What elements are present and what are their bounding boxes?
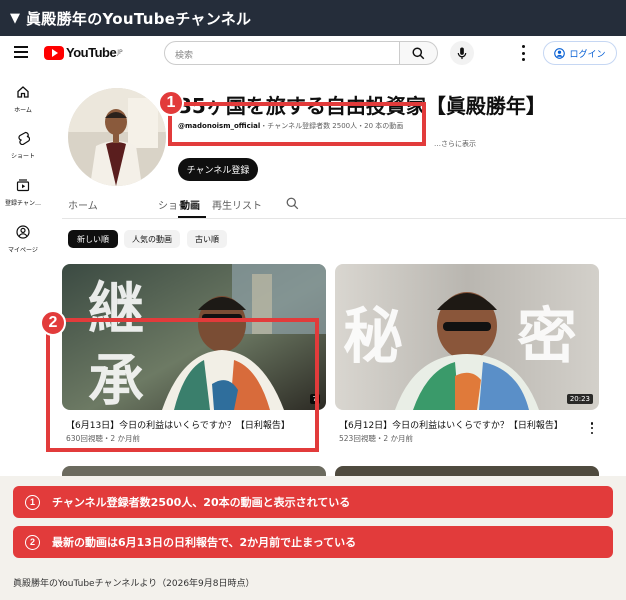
youtube-region: JP xyxy=(117,49,123,56)
triangle-down-icon: ▼ xyxy=(10,10,20,26)
note-text-2: 最新の動画は6月13日の日利報告で、2か月前で止まっている xyxy=(52,536,357,549)
sidebar-item-mypage[interactable]: マイページ xyxy=(0,224,46,254)
microphone-icon xyxy=(457,46,467,59)
video-thumbnail-2[interactable]: 秘 密 20:23 xyxy=(335,264,599,410)
home-icon xyxy=(17,86,29,98)
subscribe-button[interactable]: チャンネル登録 xyxy=(178,158,258,181)
active-tab-indicator xyxy=(178,216,206,218)
chip-popular[interactable]: 人気の動画 xyxy=(124,230,180,248)
tab-home[interactable]: ホーム xyxy=(68,197,98,212)
note-text-1: チャンネル登録者数2500人、20本の動画と表示されている xyxy=(52,496,351,509)
callout-note-2: 2 最新の動画は6月13日の日利報告で、2か月前で止まっている xyxy=(13,526,613,558)
subscriptions-icon xyxy=(16,179,30,192)
callout-notes: 1 チャンネル登録者数2500人、20本の動画と表示されている 2 最新の動画は… xyxy=(0,476,626,570)
youtube-logo-text: YouTube xyxy=(66,45,117,60)
thumbnail-overlay-char-2b: 密 xyxy=(517,302,577,372)
sidebar-item-home[interactable]: ホーム xyxy=(0,84,46,114)
thumbnail-overlay-char-2a: 秘 xyxy=(343,302,403,372)
login-label: ログイン xyxy=(569,49,606,60)
video-thumbnail-3[interactable] xyxy=(62,466,326,476)
video-menu-icon-2[interactable] xyxy=(590,422,594,434)
search-icon xyxy=(412,46,425,59)
youtube-masthead: YouTube JP 検索 ログイン xyxy=(0,36,626,70)
video-title-2[interactable]: 【6月12日】今日の利益はいくらですか？【日利報告】 xyxy=(339,418,563,431)
settings-menu-icon[interactable] xyxy=(518,45,528,61)
search-button[interactable] xyxy=(400,41,438,65)
search-input[interactable]: 検索 xyxy=(164,41,400,65)
tab-playlists[interactable]: 再生リスト xyxy=(212,197,262,212)
channel-more-link[interactable]: …さらに表示 xyxy=(434,139,476,149)
account-circle-icon xyxy=(554,47,566,59)
page-header: ▼ 眞殿勝年のYouTubeチャンネル xyxy=(0,0,626,36)
callout-badge-1: 1 xyxy=(158,90,184,116)
chip-oldest[interactable]: 古い順 xyxy=(187,230,227,248)
video-meta-2: 523回視聴・2 か月前 xyxy=(339,434,413,443)
shorts-icon xyxy=(18,131,31,146)
login-button[interactable]: ログイン xyxy=(543,41,617,65)
account-icon xyxy=(16,225,30,239)
callout-box-2 xyxy=(46,318,319,452)
tab-shorts[interactable]: ショート xyxy=(158,197,198,212)
youtube-play-icon xyxy=(44,45,64,60)
voice-search-button[interactable] xyxy=(450,41,474,65)
callout-box-1 xyxy=(168,102,426,146)
youtube-logo[interactable]: YouTube JP xyxy=(44,45,123,60)
sidebar-item-subscriptions[interactable]: 登録チャン… xyxy=(0,177,46,207)
note-number-2: 2 xyxy=(25,534,40,550)
page-title: 眞殿勝年のYouTubeチャンネル xyxy=(26,9,252,28)
note-number-1: 1 xyxy=(25,494,40,510)
video-duration-2: 20:23 xyxy=(566,394,593,404)
youtube-channel-page: YouTube JP 検索 ログイン ホーム ショート 登録チャン… マイページ… xyxy=(0,36,626,476)
menu-icon[interactable] xyxy=(14,46,28,58)
sidebar-item-shorts[interactable]: ショート xyxy=(0,130,46,160)
callout-note-1: 1 チャンネル登録者数2500人、20本の動画と表示されている xyxy=(13,486,613,518)
video-thumbnail-4[interactable] xyxy=(335,466,599,476)
callout-badge-2: 2 xyxy=(40,310,66,336)
source-caption: 眞殿勝年のYouTubeチャンネルより（2026年9月8日時点） xyxy=(13,579,255,589)
channel-avatar[interactable] xyxy=(68,88,166,186)
channel-search-icon[interactable] xyxy=(286,197,299,210)
channel-tabs: ホーム 動画 ショート 再生リスト xyxy=(62,190,626,219)
chip-newest[interactable]: 新しい順 xyxy=(68,230,118,248)
